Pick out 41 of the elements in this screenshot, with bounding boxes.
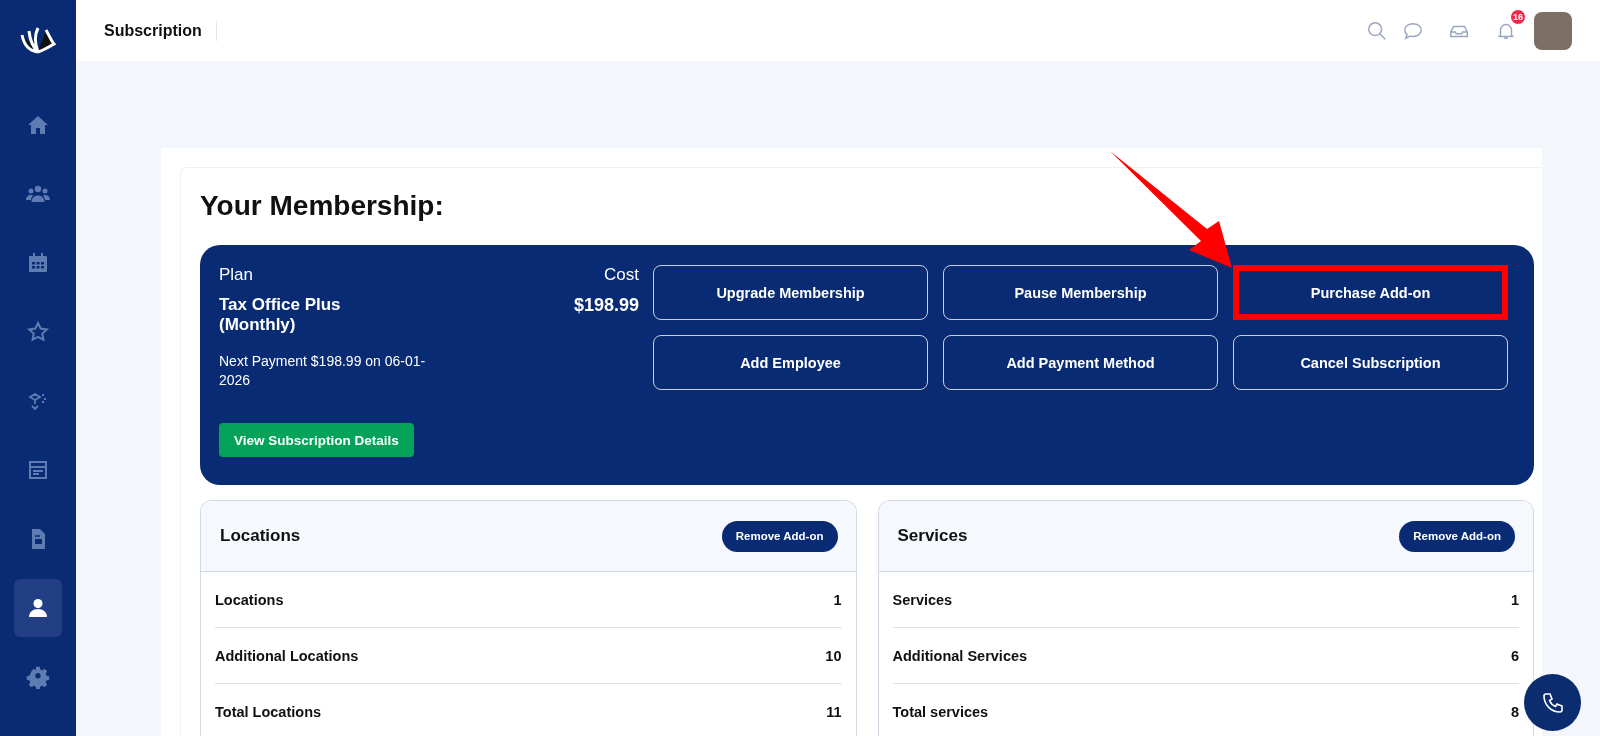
row-label: Locations bbox=[215, 591, 284, 608]
plan-cost: $198.99 bbox=[573, 295, 639, 317]
cost-label: Cost bbox=[604, 265, 639, 285]
row-value: 1 bbox=[1510, 591, 1519, 608]
action-button[interactable]: Upgrade Membership bbox=[653, 265, 928, 320]
logo-icon bbox=[18, 25, 58, 55]
remove-addon-button[interactable]: Remove Add-on bbox=[1399, 520, 1515, 552]
plan-name: Tax Office Plus (Monthly) bbox=[219, 295, 342, 335]
panel-title: Locations bbox=[220, 526, 301, 546]
home-icon bbox=[26, 113, 50, 137]
row-label: Total services bbox=[892, 703, 989, 720]
row-label: Total Locations bbox=[215, 703, 322, 720]
page-title: Subscription bbox=[104, 20, 217, 41]
phone-icon bbox=[1540, 690, 1565, 715]
document-list-icon bbox=[26, 458, 50, 482]
action-button[interactable]: Pause Membership bbox=[943, 265, 1218, 320]
panel-title: Services bbox=[897, 526, 968, 546]
row-value: 8 bbox=[1510, 703, 1519, 720]
sidebar-item[interactable] bbox=[14, 579, 62, 637]
row-label: Services bbox=[892, 591, 953, 608]
row-value: 1 bbox=[833, 591, 842, 608]
notification-badge: 16 bbox=[1510, 8, 1526, 25]
row-value: 6 bbox=[1510, 647, 1519, 664]
search-icon[interactable] bbox=[1366, 19, 1388, 42]
action-button[interactable]: Cancel Subscription bbox=[1233, 335, 1508, 390]
row-label: Additional Locations bbox=[215, 647, 359, 664]
action-button[interactable]: Purchase Add-on bbox=[1233, 265, 1508, 320]
row-value: 11 bbox=[826, 703, 842, 720]
avatar-photo-placeholder[interactable] bbox=[1534, 11, 1572, 50]
action-button[interactable]: Add Payment Method bbox=[943, 335, 1218, 390]
star-icon bbox=[26, 320, 50, 344]
person-icon bbox=[26, 596, 50, 620]
next-payment-text: Next Payment $198.99 on 06-01-2026 bbox=[219, 352, 427, 390]
plan-label: Plan bbox=[219, 265, 254, 285]
calendar-icon bbox=[26, 251, 50, 275]
action-button[interactable]: Add Employee bbox=[653, 335, 928, 390]
row-value: 10 bbox=[825, 647, 842, 664]
row-label: Additional Services bbox=[892, 647, 1028, 664]
section-heading: Your Membership: bbox=[200, 189, 445, 223]
remove-addon-button[interactable]: Remove Add-on bbox=[721, 520, 838, 552]
settings-icon bbox=[26, 665, 50, 689]
